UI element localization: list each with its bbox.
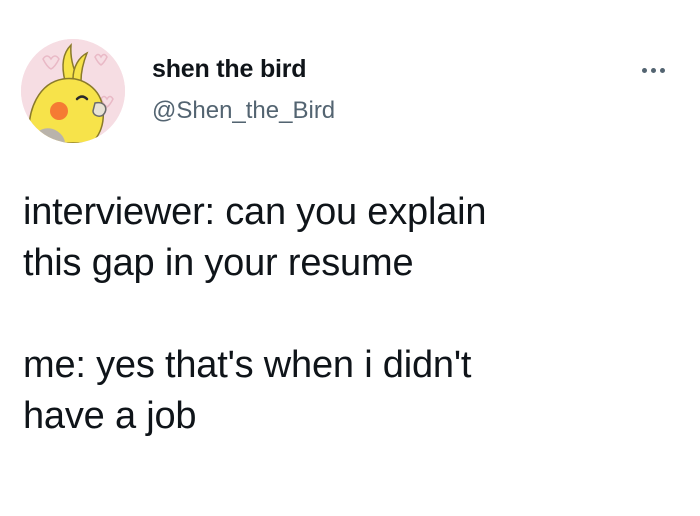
tweet-text: interviewer: can you explain this gap in… [23, 187, 683, 442]
dot [641, 67, 647, 73]
dot [650, 67, 656, 73]
cockatiel-avatar-icon [21, 39, 125, 143]
tweet-line: me: yes that's when i didn't [23, 344, 472, 386]
tweet-line: this gap in your resume [23, 242, 414, 284]
dot [659, 67, 665, 73]
tweet-line: interviewer: can you explain [23, 191, 487, 233]
user-handle[interactable]: @Shen_the_Bird [152, 97, 335, 125]
tweet-card: shen the bird @Shen_the_Bird interviewer… [0, 0, 700, 516]
more-options-icon[interactable] [633, 55, 673, 85]
avatar[interactable] [21, 39, 125, 143]
display-name[interactable]: shen the bird [152, 55, 307, 84]
tweet-line: have a job [23, 395, 197, 437]
